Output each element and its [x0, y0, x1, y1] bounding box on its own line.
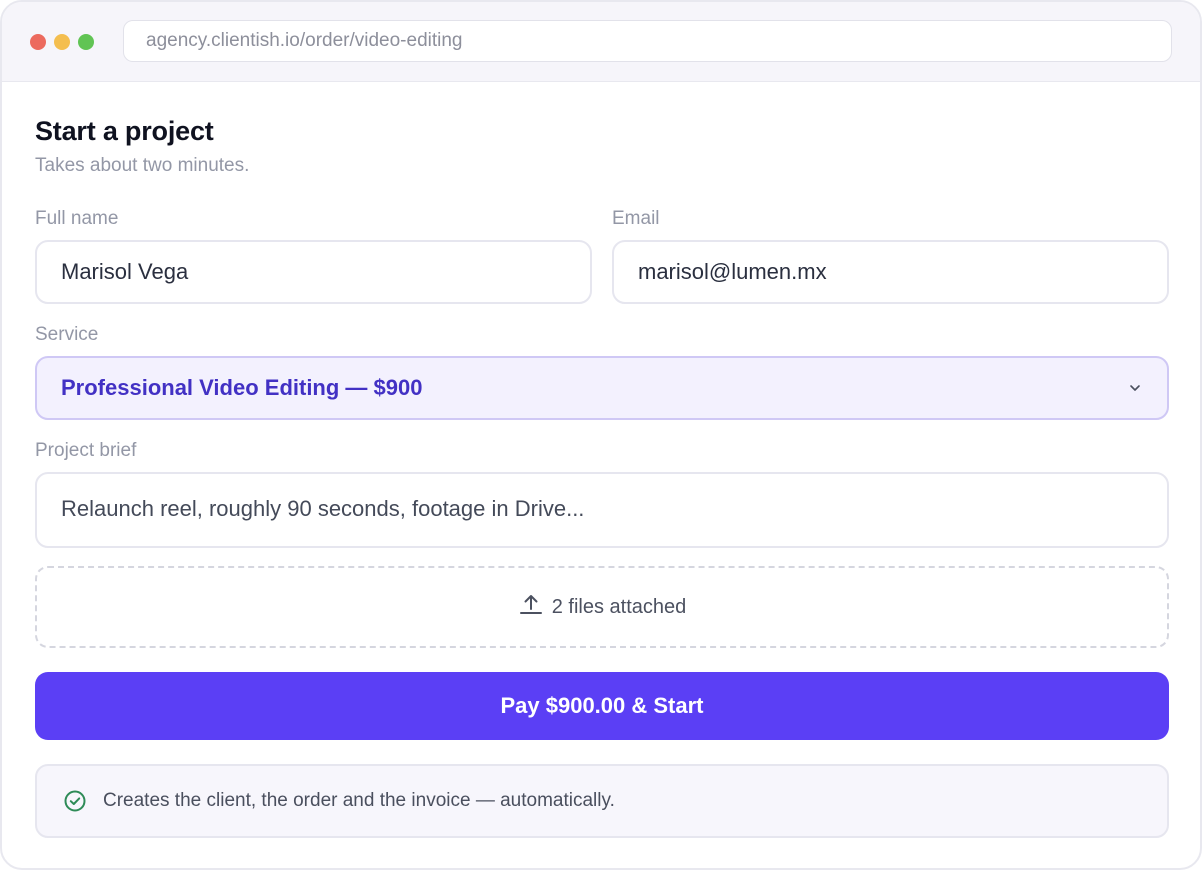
service-select[interactable]: Professional Video Editing — $900 — [35, 356, 1169, 420]
page-title: Start a project — [35, 116, 214, 146]
brief-textarea[interactable]: Relaunch reel, roughly 90 seconds, foota… — [35, 472, 1169, 548]
email-input[interactable]: marisol@lumen.mx — [612, 240, 1169, 304]
page-subtitle: Takes about two minutes. — [35, 155, 250, 176]
maximize-window-button[interactable] — [78, 34, 94, 50]
chevron-down-icon — [1130, 385, 1140, 391]
check-circle-icon — [64, 790, 86, 812]
close-window-button[interactable] — [30, 34, 46, 50]
automation-note: Creates the client, the order and the in… — [35, 764, 1169, 838]
file-dropzone[interactable]: 2 files attached — [35, 566, 1169, 648]
upload-icon — [519, 595, 542, 614]
attachments-status: 2 files attached — [551, 595, 687, 618]
service-selected-value: Professional Video Editing — $900 — [61, 375, 423, 400]
browser-titlebar: agency.clientish.io/order/video-editing — [2, 2, 1200, 82]
minimize-window-button[interactable] — [54, 34, 70, 50]
full-name-label: Full name — [35, 208, 119, 229]
email-label: Email — [612, 208, 660, 229]
address-bar[interactable]: agency.clientish.io/order/video-editing — [123, 20, 1172, 62]
full-name-input[interactable]: Marisol Vega — [35, 240, 592, 304]
service-label: Service — [35, 324, 99, 345]
pay-and-start-button[interactable]: Pay $900.00 & Start — [35, 672, 1169, 740]
browser-window: agency.clientish.io/order/video-editing … — [0, 0, 1202, 870]
brief-label: Project brief — [35, 440, 137, 461]
automation-note-text: Creates the client, the order and the in… — [103, 790, 615, 811]
